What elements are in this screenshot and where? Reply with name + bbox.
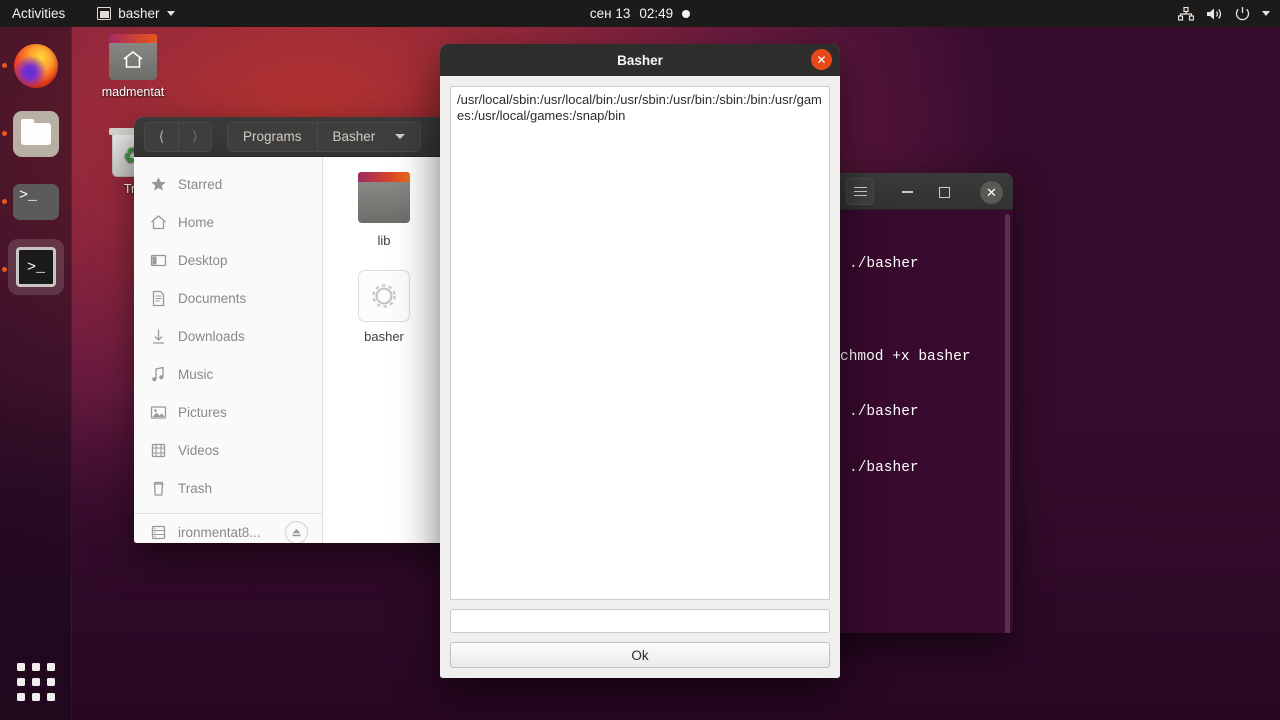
trash-icon xyxy=(153,481,164,496)
video-icon xyxy=(151,443,166,457)
system-tray[interactable] xyxy=(1178,6,1270,21)
eject-icon[interactable] xyxy=(285,521,308,543)
file-item-basher-label: basher xyxy=(364,329,404,344)
file-item-lib[interactable]: lib xyxy=(341,172,427,248)
dock-running-dot xyxy=(2,199,7,204)
folder-icon xyxy=(358,172,410,223)
app-menu-label: basher xyxy=(118,6,160,21)
desktop: Activities basher сен 13 02:49 madmentat… xyxy=(0,0,1280,720)
drive-icon xyxy=(151,525,166,540)
music-note-icon xyxy=(152,366,164,381)
tray-chevron-down-icon xyxy=(1262,11,1270,16)
sidebar-item-desktop-label: Desktop xyxy=(178,252,228,268)
power-icon xyxy=(1235,6,1250,21)
dock-item-firefox[interactable] xyxy=(8,38,64,94)
minimize-icon[interactable] xyxy=(896,181,918,203)
dock-running-dot xyxy=(2,131,7,136)
sidebar-item-home-label: Home xyxy=(178,214,215,230)
ok-button[interactable]: Ok xyxy=(450,642,830,668)
executable-gear-icon xyxy=(358,270,410,322)
clock-time: 02:49 xyxy=(639,6,674,21)
sidebar-item-device-label: ironmentat8... xyxy=(178,525,261,540)
notification-dot-icon xyxy=(682,9,691,18)
terminal-scrollbar[interactable] xyxy=(1005,214,1010,633)
sidebar-item-device[interactable]: ironmentat8... xyxy=(134,513,322,543)
dialog-body: /usr/local/sbin:/usr/local/bin:/usr/sbin… xyxy=(440,76,840,678)
sidebar-item-downloads-label: Downloads xyxy=(178,328,245,344)
dock-item-files[interactable] xyxy=(8,106,64,162)
dock-running-dot xyxy=(2,267,7,272)
network-icon xyxy=(1178,6,1194,21)
chevron-down-icon xyxy=(166,11,175,16)
sidebar-item-documents[interactable]: Documents xyxy=(134,279,322,317)
breadcrumb[interactable]: Programs Basher xyxy=(227,121,422,152)
window-icon xyxy=(97,7,112,20)
desktop-icon-home[interactable]: madmentat xyxy=(85,34,181,99)
document-icon xyxy=(152,290,165,306)
breadcrumb-item-basher-label: Basher xyxy=(332,129,376,144)
navigation-buttons[interactable]: ⟨ ⟩ xyxy=(144,121,212,152)
home-folder-icon xyxy=(109,34,157,80)
sidebar: Starred Home Desktop Documents Downloads xyxy=(134,157,323,543)
basher-dialog[interactable]: Basher ✕ /usr/local/sbin:/usr/local/bin:… xyxy=(440,44,840,678)
top-bar: Activities basher сен 13 02:49 xyxy=(0,0,1280,27)
terminal-icon: >_ xyxy=(13,184,59,220)
hamburger-icon[interactable] xyxy=(846,178,874,205)
sidebar-item-music-label: Music xyxy=(178,366,214,382)
close-icon[interactable]: ✕ xyxy=(980,181,1003,204)
sidebar-item-documents-label: Documents xyxy=(178,290,247,306)
download-icon xyxy=(153,329,164,344)
sidebar-item-home[interactable]: Home xyxy=(134,203,322,241)
dock-running-dot xyxy=(2,63,7,68)
dialog-output-text: /usr/local/sbin:/usr/local/bin:/usr/sbin… xyxy=(450,86,830,600)
desktop-icon xyxy=(150,254,167,266)
dock-item-basher-terminal[interactable]: >_ xyxy=(8,239,64,295)
files-icon xyxy=(13,111,59,157)
breadcrumb-item-basher[interactable]: Basher xyxy=(316,122,421,151)
clock-button[interactable]: сен 13 02:49 xyxy=(0,6,1280,21)
sidebar-item-music[interactable]: Music xyxy=(134,355,322,393)
clock-date: сен 13 xyxy=(589,6,631,21)
sidebar-item-desktop[interactable]: Desktop xyxy=(134,241,322,279)
desktop-icon-home-label: madmentat xyxy=(101,85,165,99)
sidebar-item-starred-label: Starred xyxy=(178,176,223,192)
house-glyph xyxy=(123,50,143,68)
star-icon xyxy=(151,176,166,191)
dialog-titlebar[interactable]: Basher ✕ xyxy=(440,44,840,76)
chevron-left-icon[interactable]: ⟨ xyxy=(145,122,178,151)
dialog-title: Basher xyxy=(617,52,663,68)
show-applications-icon[interactable] xyxy=(14,660,58,704)
activities-button[interactable]: Activities xyxy=(0,0,75,27)
sidebar-item-videos-label: Videos xyxy=(178,442,220,458)
sidebar-item-starred[interactable]: Starred xyxy=(134,165,322,203)
terminal-icon: >_ xyxy=(16,247,56,287)
sidebar-item-pictures-label: Pictures xyxy=(178,404,227,420)
firefox-icon xyxy=(14,44,58,88)
sidebar-item-pictures[interactable]: Pictures xyxy=(134,393,322,431)
sidebar-item-videos[interactable]: Videos xyxy=(134,431,322,469)
sidebar-item-trash[interactable]: Trash xyxy=(134,469,322,507)
picture-icon xyxy=(150,405,167,419)
sidebar-item-downloads[interactable]: Downloads xyxy=(134,317,322,355)
app-menu-button[interactable]: basher xyxy=(97,6,175,21)
maximize-icon[interactable] xyxy=(933,181,955,203)
file-item-lib-label: lib xyxy=(377,233,391,248)
breadcrumb-item-programs[interactable]: Programs xyxy=(228,122,317,151)
dock: >_ >_ xyxy=(0,27,72,720)
volume-icon xyxy=(1206,7,1223,21)
dialog-input-field[interactable] xyxy=(450,609,830,633)
dock-item-terminal[interactable]: >_ xyxy=(8,174,64,230)
home-icon xyxy=(151,214,166,229)
chevron-down-icon xyxy=(395,134,406,139)
close-icon[interactable]: ✕ xyxy=(811,49,832,70)
sidebar-item-trash-label: Trash xyxy=(178,480,213,496)
chevron-right-icon[interactable]: ⟩ xyxy=(178,122,211,151)
file-item-basher[interactable]: basher xyxy=(341,270,427,344)
